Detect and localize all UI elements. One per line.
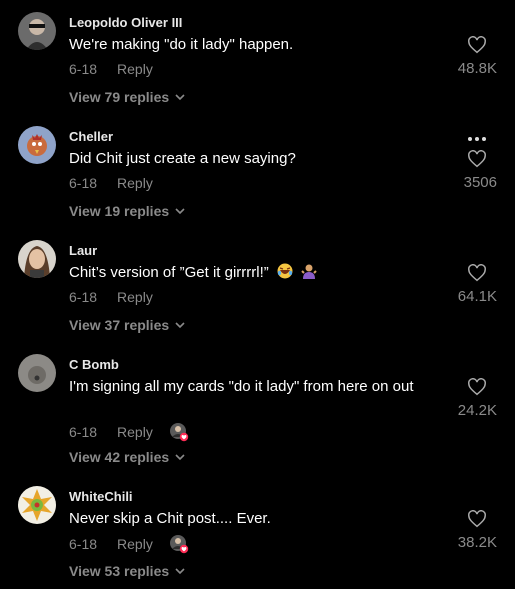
chevron-down-icon — [175, 568, 185, 575]
heart-icon[interactable] — [467, 510, 487, 528]
avatar[interactable] — [18, 126, 56, 164]
heart-icon[interactable] — [467, 378, 487, 396]
comment-text-content: Chit’s version of ”Get it girrrrl!” — [69, 264, 269, 281]
like-button[interactable]: 38.2K — [437, 510, 497, 551]
comment-text: We're making "do it lady" happen. — [69, 36, 294, 53]
more-icon[interactable] — [467, 136, 487, 142]
comment-username[interactable]: WhiteChili — [69, 489, 133, 504]
view-replies-button[interactable]: View 37 replies — [69, 317, 185, 333]
comment-text: I'm signing all my cards "do it lady" fr… — [69, 378, 414, 395]
reply-button[interactable]: Reply — [117, 536, 153, 552]
avatar[interactable] — [18, 354, 56, 392]
comment-meta: 6-18 Reply — [69, 175, 153, 191]
chevron-down-icon — [175, 208, 185, 215]
shrug-emoji-icon — [301, 264, 317, 279]
comment-meta: 6-18 Reply — [69, 61, 153, 77]
heart-icon[interactable] — [467, 264, 487, 282]
comment-username[interactable]: C Bomb — [69, 357, 119, 372]
view-replies-button[interactable]: View 79 replies — [69, 89, 185, 105]
comment-username[interactable]: Laur — [69, 243, 97, 258]
avatar[interactable] — [18, 12, 56, 50]
like-button[interactable]: 64.1K — [437, 264, 497, 305]
heart-icon[interactable] — [467, 150, 487, 168]
comment-text: Did Chit just create a new saying? — [69, 150, 296, 167]
comment-text: Chit’s version of ”Get it girrrrl!” — [69, 262, 429, 283]
comment-date: 6-18 — [69, 536, 98, 552]
like-button[interactable]: 24.2K — [437, 378, 497, 419]
comment-date: 6-18 — [69, 424, 98, 440]
view-replies-button[interactable]: View 53 replies — [69, 563, 185, 579]
like-count: 3506 — [463, 174, 497, 191]
comment-date: 6-18 — [69, 289, 98, 305]
comment-date: 6-18 — [69, 61, 98, 77]
view-replies-label: View 19 replies — [69, 203, 170, 219]
comment-meta: 6-18 Reply — [69, 422, 189, 442]
view-replies-label: View 37 replies — [69, 317, 170, 333]
reply-button[interactable]: Reply — [117, 424, 153, 440]
reply-button[interactable]: Reply — [117, 61, 153, 77]
heart-icon[interactable] — [467, 36, 487, 54]
view-replies-label: View 79 replies — [69, 89, 170, 105]
comment-text: Never skip a Chit post.... Ever. — [69, 510, 271, 527]
like-button[interactable]: 3506 — [437, 150, 497, 191]
chevron-down-icon — [175, 322, 185, 329]
comment-username[interactable]: Cheller — [69, 129, 113, 144]
view-replies-label: View 53 replies — [69, 563, 170, 579]
like-count: 64.1K — [457, 288, 497, 305]
like-count: 38.2K — [457, 534, 497, 551]
chevron-down-icon — [175, 94, 185, 101]
reply-button[interactable]: Reply — [117, 175, 153, 191]
comment-date: 6-18 — [69, 175, 98, 191]
chevron-down-icon — [175, 454, 185, 461]
creator-liked-icon — [169, 422, 189, 442]
laughing-emoji-icon — [277, 263, 293, 279]
reply-button[interactable]: Reply — [117, 289, 153, 305]
avatar[interactable] — [18, 486, 56, 524]
comment-meta: 6-18 Reply — [69, 289, 153, 305]
creator-liked-icon — [169, 534, 189, 554]
view-replies-button[interactable]: View 42 replies — [69, 449, 185, 465]
view-replies-label: View 42 replies — [69, 449, 170, 465]
like-button[interactable]: 48.8K — [437, 36, 497, 77]
comment-username[interactable]: Leopoldo Oliver III — [69, 15, 182, 30]
avatar[interactable] — [18, 240, 56, 278]
like-count: 24.2K — [457, 402, 497, 419]
comment-meta: 6-18 Reply — [69, 534, 189, 554]
like-count: 48.8K — [457, 60, 497, 77]
view-replies-button[interactable]: View 19 replies — [69, 203, 185, 219]
